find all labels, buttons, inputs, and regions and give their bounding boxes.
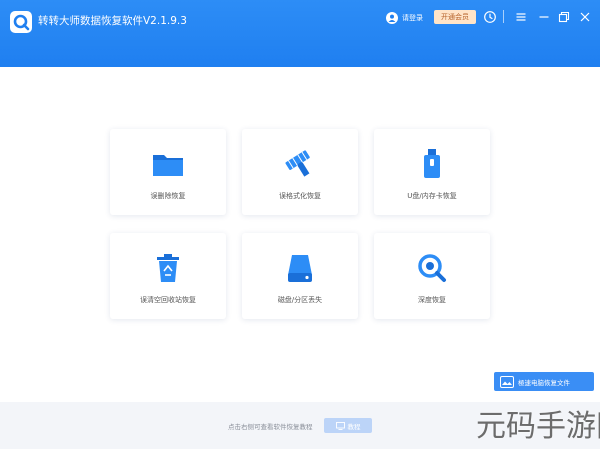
folder-icon [153, 155, 183, 176]
card-deep-recovery[interactable]: 深度恢复 [374, 233, 490, 319]
format-icon [285, 150, 310, 177]
deep-scan-icon [418, 254, 446, 282]
card-label: 深度恢复 [418, 296, 446, 304]
login-label: 请登录 [402, 14, 423, 22]
close-icon[interactable] [578, 10, 592, 24]
title-bar-divider [503, 10, 504, 23]
tutorial-button[interactable]: 教程 [324, 418, 372, 433]
user-icon [386, 12, 398, 24]
main-panel: 误删除恢复 误格式化恢复 U盘/内存卡恢复 误清空回收站恢复 磁盘/分区丢失 深… [0, 67, 600, 402]
card-format-recovery[interactable]: 误格式化恢复 [242, 129, 358, 215]
card-label: 误清空回收站恢复 [140, 296, 196, 304]
card-label: 磁盘/分区丢失 [277, 296, 323, 304]
footer-hint: 点击右侧可查看软件恢复教程 [228, 423, 313, 431]
menu-icon[interactable] [514, 10, 528, 24]
card-disk-partition-recovery[interactable]: 磁盘/分区丢失 [242, 233, 358, 319]
help-icon[interactable] [483, 10, 497, 24]
recycle-bin-icon [157, 254, 179, 282]
disk-icon [288, 255, 312, 282]
minimize-icon[interactable] [537, 10, 551, 24]
card-label: 误删除恢复 [150, 192, 186, 200]
screen-icon [335, 421, 345, 430]
window-title: 转转大师数据恢复软件V2.1.9.3 [38, 15, 187, 27]
card-usb-recovery[interactable]: U盘/内存卡恢复 [374, 129, 490, 215]
usb-drive-icon [424, 149, 440, 178]
phone-recovery-button[interactable]: 極速电脑恢复文件 [494, 372, 594, 391]
watermark: 元码手游网 [476, 409, 600, 444]
card-label: U盘/内存卡恢复 [407, 192, 457, 200]
card-recycle-bin-recovery[interactable]: 误清空回收站恢复 [110, 233, 226, 319]
tutorial-label: 教程 [347, 422, 361, 431]
phone-recovery-label: 極速电脑恢复文件 [518, 378, 570, 387]
card-deleted-recovery[interactable]: 误删除恢复 [110, 129, 226, 215]
restore-icon[interactable] [557, 10, 571, 24]
login-button[interactable]: 请登录 [386, 10, 423, 26]
app-logo-icon [10, 11, 32, 33]
vip-button[interactable]: 开通会员 [434, 10, 476, 24]
title-bar: 转转大师数据恢复软件V2.1.9.3 请登录 开通会员 [0, 0, 600, 67]
image-recovery-icon [500, 375, 514, 388]
card-label: 误格式化恢复 [279, 192, 321, 200]
